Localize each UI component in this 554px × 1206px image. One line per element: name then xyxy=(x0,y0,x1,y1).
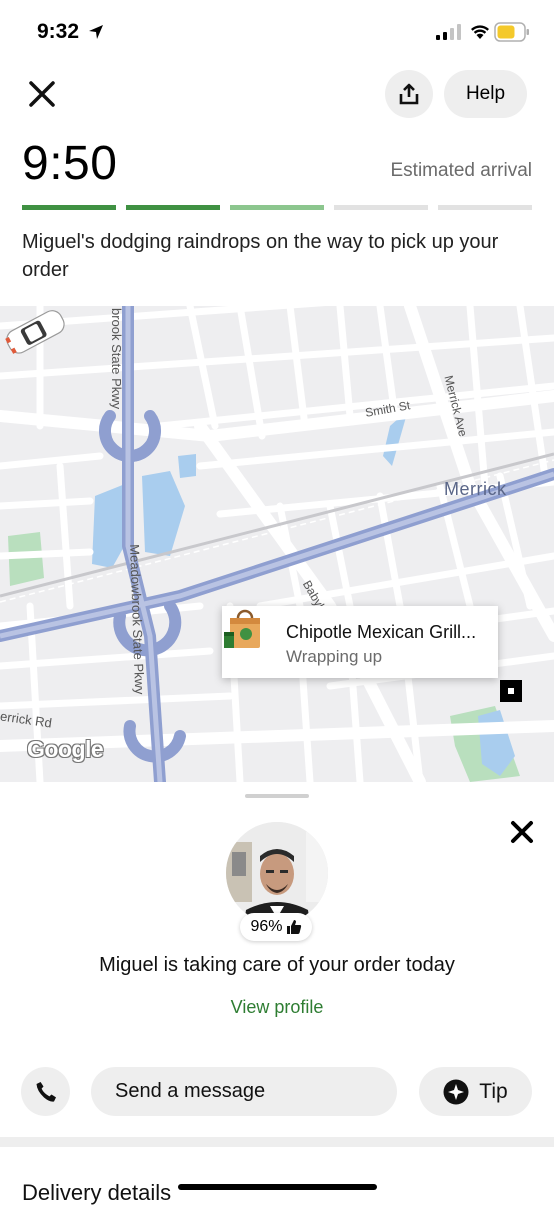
status-message: Miguel's dodging raindrops on the way to… xyxy=(22,231,499,281)
store-status: Wrapping up xyxy=(286,647,383,666)
tip-label: Tip xyxy=(479,1079,508,1103)
destination-pin-icon xyxy=(500,680,522,702)
progress-segment xyxy=(438,205,532,210)
send-message-button[interactable]: Send a message xyxy=(91,1067,397,1116)
thumbs-up-icon xyxy=(286,920,301,934)
progress-segment xyxy=(126,205,220,210)
battery-icon xyxy=(494,22,529,42)
share-icon xyxy=(399,83,419,105)
map-view[interactable]: brook State Pkwy Meadowbrook State Pkwy … xyxy=(0,306,554,782)
rating-badge: 96% xyxy=(240,913,312,941)
share-button[interactable] xyxy=(385,70,433,118)
rating-value: 96% xyxy=(250,918,283,935)
google-logo: Google xyxy=(27,736,104,762)
courier-photo xyxy=(226,822,328,924)
tip-button[interactable]: Tip xyxy=(419,1067,532,1116)
phone-icon xyxy=(36,1081,56,1102)
courier-message: Miguel is taking care of your order toda… xyxy=(99,954,455,976)
sheet-drag-handle[interactable] xyxy=(245,794,309,798)
map-label: brook State Pkwy xyxy=(109,308,124,410)
call-button[interactable] xyxy=(21,1067,70,1116)
progress-segment xyxy=(334,205,428,210)
cellular-signal-icon xyxy=(436,24,461,40)
close-icon[interactable] xyxy=(508,818,536,846)
courier-sheet: 96% Miguel is taking care of your order … xyxy=(0,782,554,1205)
close-icon[interactable] xyxy=(22,74,62,114)
send-message-label: Send a message xyxy=(115,1080,266,1102)
tip-star-icon xyxy=(443,1079,469,1104)
help-button[interactable]: Help xyxy=(444,70,527,118)
eta-label: Estimated arrival xyxy=(390,160,533,181)
status-bar: 9:32 xyxy=(0,0,554,62)
delivery-details-heading[interactable]: Delivery details xyxy=(22,1180,171,1206)
wifi-icon xyxy=(471,25,489,39)
avatar[interactable] xyxy=(226,822,328,924)
map-label: Merrick xyxy=(444,479,507,499)
shopping-bag-icon xyxy=(224,609,260,648)
home-indicator[interactable] xyxy=(178,1184,377,1190)
progress-segment xyxy=(230,205,324,210)
section-divider xyxy=(0,1137,554,1147)
map-streets xyxy=(0,306,554,782)
progress-segment xyxy=(22,205,116,210)
car-icon xyxy=(5,310,65,354)
eta-time: 9:50 xyxy=(22,137,118,190)
view-profile-link[interactable]: View profile xyxy=(0,997,554,1018)
status-time: 9:32 xyxy=(37,20,80,43)
store-name: Chipotle Mexican Grill... xyxy=(286,622,477,642)
location-arrow-icon xyxy=(89,25,103,39)
delivery-progress-bar xyxy=(22,205,532,210)
store-card[interactable]: Chipotle Mexican Grill... Wrapping up xyxy=(222,606,498,678)
